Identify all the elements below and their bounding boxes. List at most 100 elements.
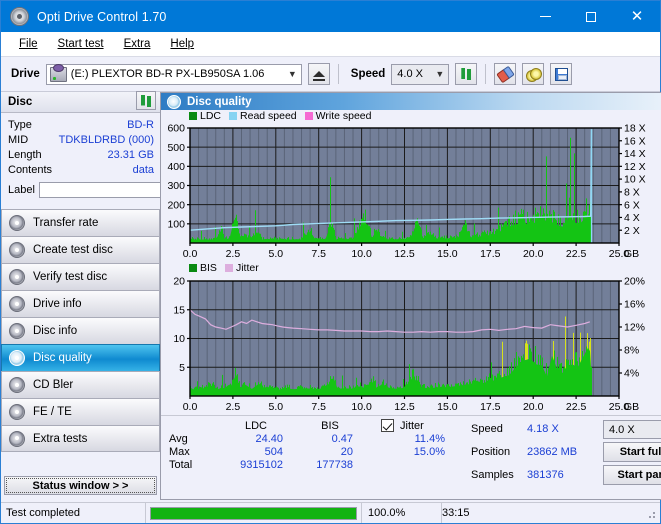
menu-extra[interactable]: Extra [114, 35, 161, 53]
svg-text:2 X: 2 X [624, 225, 640, 237]
svg-text:7.5: 7.5 [311, 401, 326, 413]
title-bar: Opti Drive Control 1.70 ✕ [1, 1, 660, 32]
progress-bar [150, 506, 357, 520]
sidebar-item-cd-bler[interactable]: CD Bler [1, 371, 160, 398]
legend-label: Jitter [235, 262, 259, 274]
svg-text:0.0: 0.0 [183, 401, 198, 413]
panel-header: Disc quality [161, 93, 661, 110]
sidebar-item-disc-quality[interactable]: Disc quality [1, 344, 160, 371]
disc-row-length: Length 23.31 GB [8, 148, 154, 163]
sidebar-item-disc-info[interactable]: Disc info [1, 317, 160, 344]
menu-file[interactable]: File [9, 35, 48, 53]
svg-text:400: 400 [167, 161, 185, 173]
progress-percent: 100.0% [361, 503, 441, 523]
sidebar-item-fe-te[interactable]: FE / TE [1, 398, 160, 425]
svg-text:4 X: 4 X [624, 212, 640, 224]
sidebar-item-verify-test-disc[interactable]: Verify test disc [1, 263, 160, 290]
test-speed-select[interactable]: 4.0 X ▼ [603, 420, 661, 439]
disc-contents-label: Contents [8, 164, 53, 176]
position-label: Position [471, 446, 511, 458]
stat-avg-bis: 0.47 [331, 433, 353, 445]
main-panel: Disc quality LDC Read speed Write speed 10… [160, 92, 661, 500]
erase-button[interactable] [494, 63, 517, 85]
svg-text:12 X: 12 X [624, 161, 646, 173]
sidebar-item-label: FE / TE [33, 406, 72, 418]
drive-select[interactable]: (E:) PLEXTOR BD-R PX-LB950SA 1.06 ▼ [45, 63, 302, 85]
menu-help[interactable]: Help [160, 35, 204, 53]
resize-grip-icon[interactable] [645, 508, 657, 520]
toolbar-divider-1 [337, 64, 339, 84]
legend-label: Write speed [315, 110, 372, 122]
jitter-toggle[interactable]: Jitter [365, 419, 457, 432]
sidebar-item-transfer-rate[interactable]: Transfer rate [1, 209, 160, 236]
sidebar-item-extra-tests[interactable]: Extra tests [1, 425, 160, 452]
minimize-button[interactable] [522, 1, 568, 32]
stat-max-jitter: 15.0% [413, 446, 445, 458]
sidebar-item-label: Verify test disc [33, 271, 108, 283]
legend-swatch-icon [189, 264, 197, 272]
samples-label: Samples [471, 469, 514, 481]
disc-panel-header: Disc [1, 91, 160, 113]
refresh-button[interactable] [455, 63, 478, 85]
disc-icon [9, 350, 25, 366]
svg-text:22.5: 22.5 [566, 248, 587, 260]
svg-text:0.0: 0.0 [183, 248, 198, 260]
drive-select-value: (E:) PLEXTOR BD-R PX-LB950SA 1.06 [70, 68, 265, 80]
sidebar-item-label: Disc info [33, 325, 78, 337]
svg-text:GB: GB [624, 401, 639, 413]
eraser-icon [496, 65, 515, 83]
sidebar-item-label: Drive info [33, 298, 82, 310]
start-full-button[interactable]: Start full [603, 442, 661, 462]
menu-start-test[interactable]: Start test [48, 35, 114, 53]
status-window-button[interactable]: Status window > > [4, 476, 157, 495]
eject-button[interactable] [307, 63, 330, 85]
disc-icon [9, 404, 25, 420]
status-bar: Test completed 100.0% 33:15 [1, 502, 660, 523]
disc-row-contents: Contents data [8, 163, 154, 178]
app-window: Opti Drive Control 1.70 ✕ File Start tes… [0, 0, 661, 524]
svg-text:20: 20 [173, 276, 185, 288]
disc-row-mid: MID TDKBLDRBD (000) [8, 133, 154, 148]
disc-label-row: Label [8, 180, 243, 199]
svg-text:15.0: 15.0 [437, 401, 458, 413]
svg-text:200: 200 [167, 199, 185, 211]
elapsed-time: 33:15 [441, 503, 660, 523]
save-button[interactable] [550, 63, 573, 85]
eject-icon [312, 71, 325, 81]
toolbar-divider-2 [485, 64, 487, 84]
disc-refresh-button[interactable] [136, 91, 156, 110]
svg-text:12.5: 12.5 [394, 401, 415, 413]
ldc-chart[interactable]: 100 200 300 400 500 600 2 X4 X6 X8 X10 X12 X14… [161, 110, 657, 262]
sidebar-item-drive-info[interactable]: Drive info [1, 290, 160, 317]
svg-text:7.5: 7.5 [311, 248, 326, 260]
menu-extra-label: Extra [123, 38, 151, 50]
svg-text:20.0: 20.0 [523, 401, 544, 413]
bis-jitter-chart[interactable]: 5 10 15 20 4% 8% 12% 16% 20% 0.0 2.5 5.0 7.5 10.0 12.5… [161, 262, 657, 415]
stat-row-total-label: Total [169, 459, 193, 471]
start-part-button[interactable]: Start part [603, 465, 661, 485]
svg-text:6 X: 6 X [624, 199, 640, 211]
disc-row-type: Type BD-R [8, 118, 154, 133]
legend-swatch-icon [304, 112, 313, 120]
speed-select[interactable]: 4.0 X ▼ [391, 63, 450, 85]
refresh-icon [459, 67, 473, 81]
disc-tools-button[interactable] [522, 63, 545, 85]
disc-length-value: 23.31 GB [107, 149, 154, 161]
disc-panel-title: Disc [8, 96, 33, 108]
sidebar-item-create-test-disc[interactable]: Create test disc [1, 236, 160, 263]
svg-text:5.0: 5.0 [268, 401, 283, 413]
disc-quality-icon [167, 94, 181, 109]
stat-header-ldc: LDC [244, 419, 267, 432]
maximize-button[interactable] [568, 1, 614, 32]
close-button[interactable]: ✕ [614, 1, 660, 32]
chevron-down-icon: ▼ [287, 69, 297, 79]
disc-length-label: Length [8, 149, 42, 161]
svg-text:17.5: 17.5 [480, 248, 501, 260]
legend-item: Jitter [224, 262, 259, 274]
menu-bar: File Start test Extra Help [1, 32, 660, 57]
stat-max-ldc: 504 [264, 446, 283, 458]
disc-icon [9, 215, 25, 231]
legend-item: BIS [189, 262, 217, 274]
jitter-checkbox[interactable] [381, 419, 394, 432]
